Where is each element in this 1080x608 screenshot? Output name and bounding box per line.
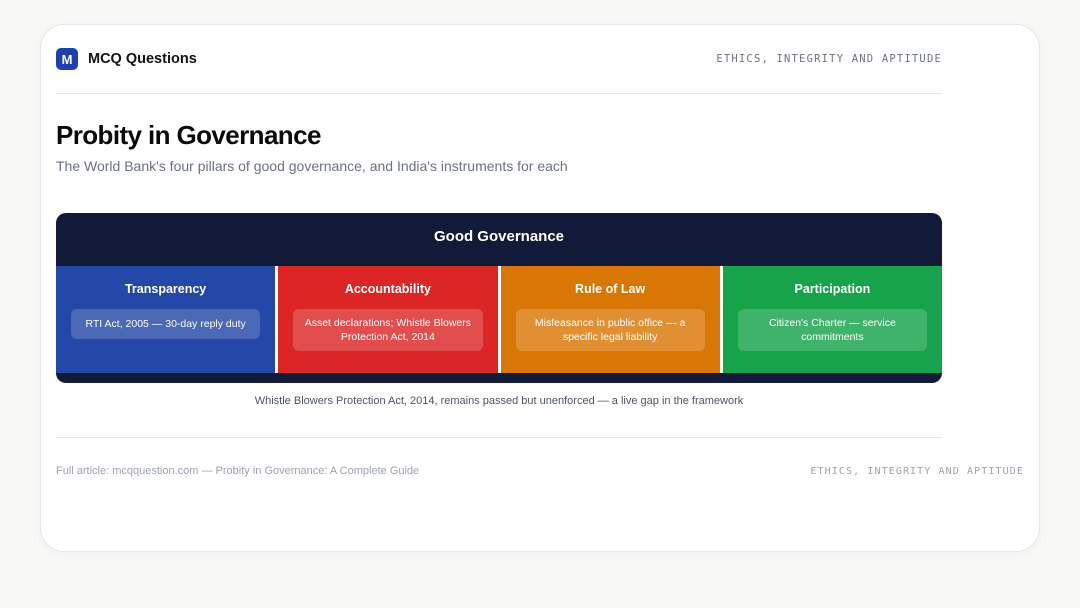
pillar-instrument: Citizen's Charter — service commitments	[737, 309, 927, 351]
pillar-name: Rule of Law	[575, 282, 646, 296]
pillar-instrument: Asset declarations; Whistle Blowers Prot…	[293, 309, 483, 351]
footer-section-label: ETHICS, INTEGRITY AND APTITUDE	[810, 466, 1024, 477]
section-label: ETHICS, INTEGRITY AND APTITUDE	[716, 53, 942, 65]
pillar-name: Participation	[794, 282, 871, 296]
pillar-participation: Participation Citizen's Charter — servic…	[722, 266, 942, 373]
brand-logo: M	[56, 48, 78, 70]
page-title: Probity in Governance	[56, 120, 321, 150]
governance-diagram: Good Governance Transparency RTI Act, 20…	[56, 213, 942, 383]
footer-article-link[interactable]: Full article: mcqquestion.com — Probity …	[56, 465, 419, 477]
pillars-row: Transparency RTI Act, 2005 — 30-day repl…	[56, 266, 942, 373]
pillar-name: Accountability	[344, 282, 431, 296]
diagram-caption: Whistle Blowers Protection Act, 2014, re…	[254, 395, 744, 407]
header: M MCQ Questions ETHICS, INTEGRITY AND AP…	[56, 48, 942, 94]
diagram-title: Good Governance	[433, 228, 565, 245]
pillar-rule-of-law: Rule of Law Misfeasance in public office…	[500, 266, 720, 373]
brand-name: MCQ Questions	[88, 51, 197, 67]
pillar-transparency: Transparency RTI Act, 2005 — 30-day repl…	[56, 266, 276, 373]
brand[interactable]: M MCQ Questions	[56, 48, 197, 70]
pillar-instrument: Misfeasance in public office — a specifi…	[515, 309, 705, 351]
page-subtitle: The World Bank's four pillars of good go…	[56, 158, 568, 174]
pillar-instrument: RTI Act, 2005 — 30-day reply duty	[71, 309, 261, 339]
footer-divider	[56, 437, 942, 438]
pillar-name: Transparency	[124, 282, 207, 296]
pillar-accountability: Accountability Asset declarations; Whist…	[278, 266, 498, 373]
